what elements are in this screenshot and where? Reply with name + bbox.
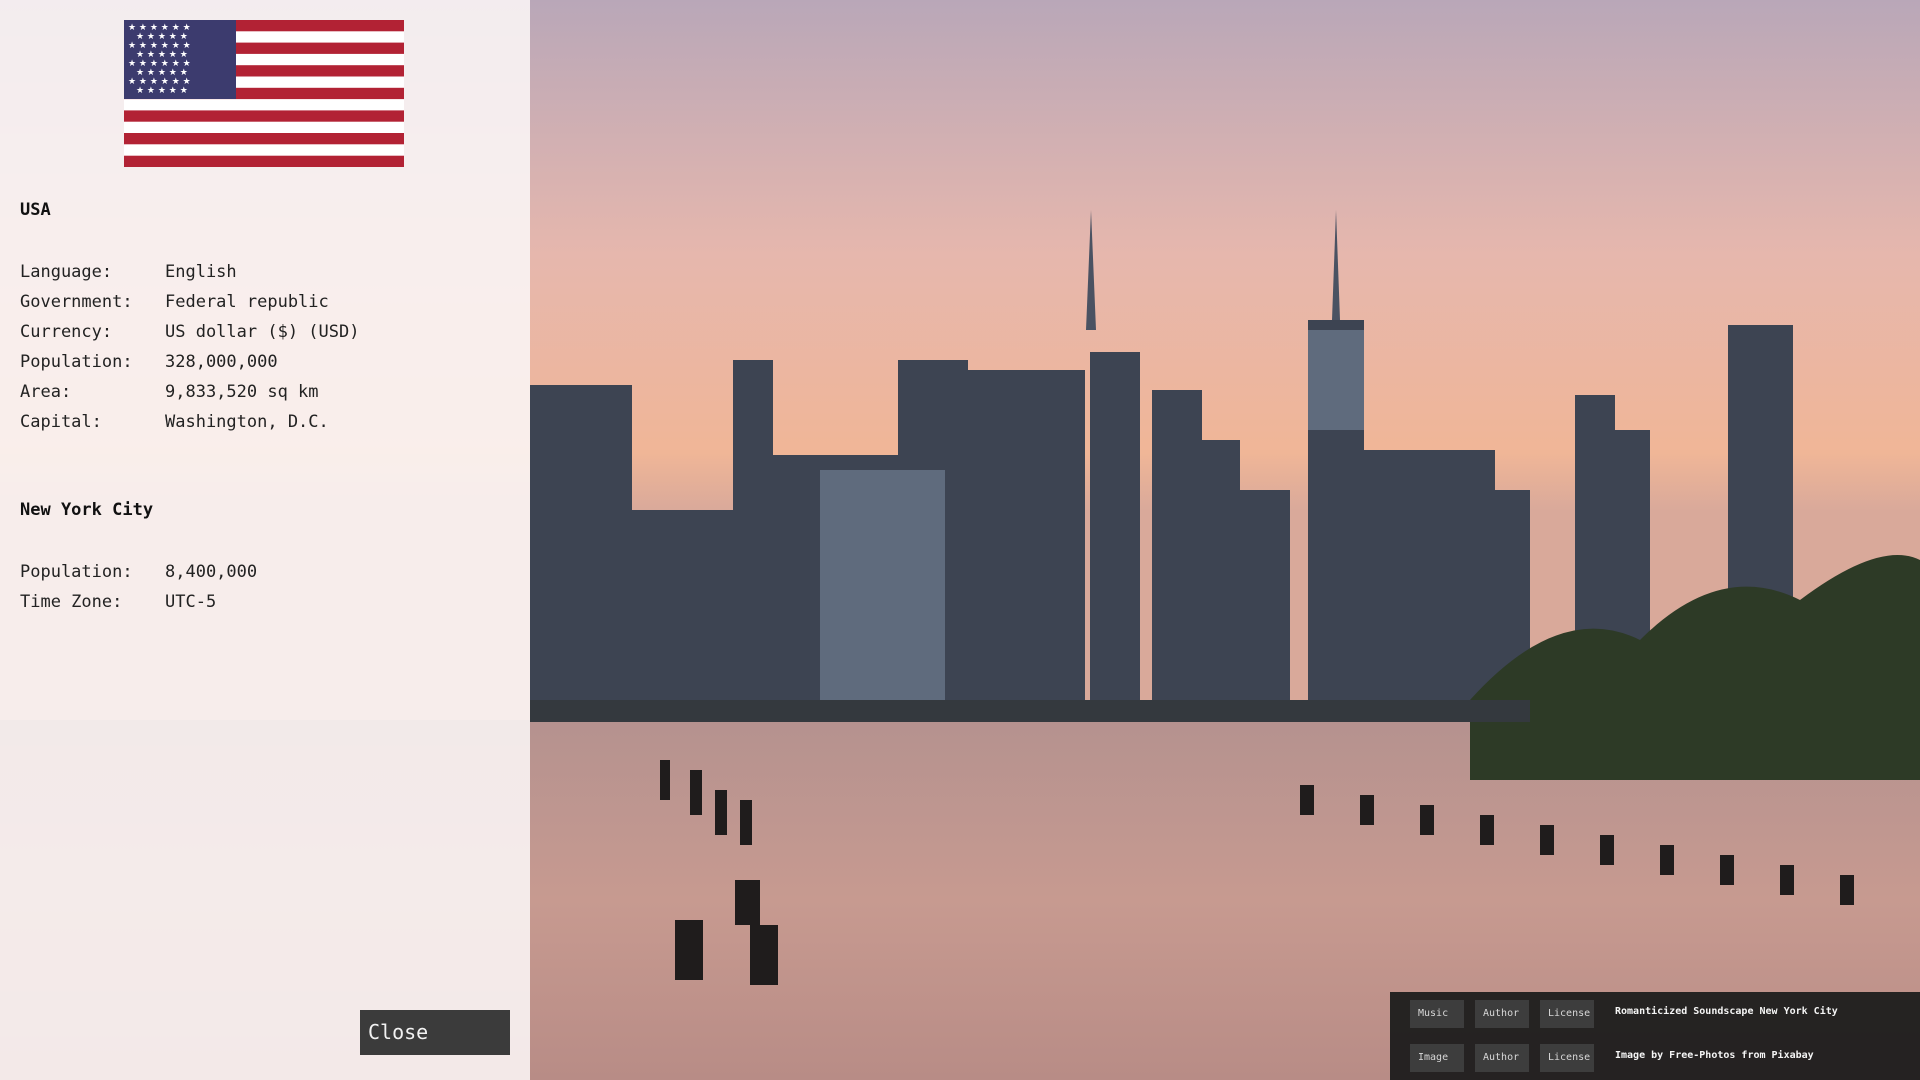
- music-credit-text: Romanticized Soundscape New York City: [1615, 1006, 1838, 1017]
- svg-text:★ ★ ★ ★ ★: ★ ★ ★ ★ ★: [136, 86, 188, 96]
- country-row-population: Population: 328,000,000: [20, 347, 359, 377]
- country-row-currency: Currency: US dollar ($) (USD): [20, 317, 359, 347]
- us-flag-icon: ★ ★ ★ ★ ★ ★ ★ ★ ★ ★ ★ ★ ★ ★ ★ ★ ★ ★ ★ ★ …: [124, 20, 404, 167]
- row-value: US dollar ($) (USD): [165, 322, 360, 342]
- city-row-population: Population: 8,400,000: [20, 557, 257, 587]
- country-title: USA: [20, 200, 51, 220]
- city-row-timezone: Time Zone: UTC-5: [20, 587, 257, 617]
- country-row-language: Language: English: [20, 257, 359, 287]
- row-value: 8,400,000: [165, 562, 258, 582]
- row-value: 9,833,520 sq km: [165, 382, 319, 402]
- row-label: Population:: [20, 562, 133, 582]
- country-details: Language: English Government: Federal re…: [20, 257, 359, 437]
- row-label: Currency:: [20, 322, 113, 342]
- image-credit-text: Image by Free-Photos from Pixabay: [1615, 1050, 1814, 1061]
- row-value: Washington, D.C.: [165, 412, 329, 432]
- row-label: Area:: [20, 382, 72, 402]
- row-value: 328,000,000: [165, 352, 278, 372]
- city-title: New York City: [20, 500, 154, 520]
- country-row-area: Area: 9,833,520 sq km: [20, 377, 359, 407]
- music-credit-button[interactable]: Music: [1410, 1000, 1464, 1028]
- country-row-capital: Capital: Washington, D.C.: [20, 407, 359, 437]
- close-button[interactable]: Close: [360, 1010, 510, 1055]
- row-value: English: [165, 262, 237, 282]
- row-value: Federal republic: [165, 292, 329, 312]
- image-license-button[interactable]: License: [1540, 1044, 1594, 1072]
- city-details: Population: 8,400,000 Time Zone: UTC-5: [20, 557, 257, 617]
- app-stage: ★ ★ ★ ★ ★ ★ ★ ★ ★ ★ ★ ★ ★ ★ ★ ★ ★ ★ ★ ★ …: [0, 0, 1920, 1080]
- country-row-government: Government: Federal republic: [20, 287, 359, 317]
- music-author-button[interactable]: Author: [1475, 1000, 1529, 1028]
- credits-bar: Music Author License Romanticized Sounds…: [1390, 992, 1920, 1080]
- row-value: UTC-5: [165, 592, 217, 612]
- music-license-button[interactable]: License: [1540, 1000, 1594, 1028]
- image-credit-button[interactable]: Image: [1410, 1044, 1464, 1072]
- row-label: Capital:: [20, 412, 102, 432]
- row-label: Government:: [20, 292, 133, 312]
- image-author-button[interactable]: Author: [1475, 1044, 1529, 1072]
- row-label: Language:: [20, 262, 113, 282]
- row-label: Population:: [20, 352, 133, 372]
- info-panel: ★ ★ ★ ★ ★ ★ ★ ★ ★ ★ ★ ★ ★ ★ ★ ★ ★ ★ ★ ★ …: [0, 0, 530, 1080]
- row-label: Time Zone:: [20, 592, 123, 612]
